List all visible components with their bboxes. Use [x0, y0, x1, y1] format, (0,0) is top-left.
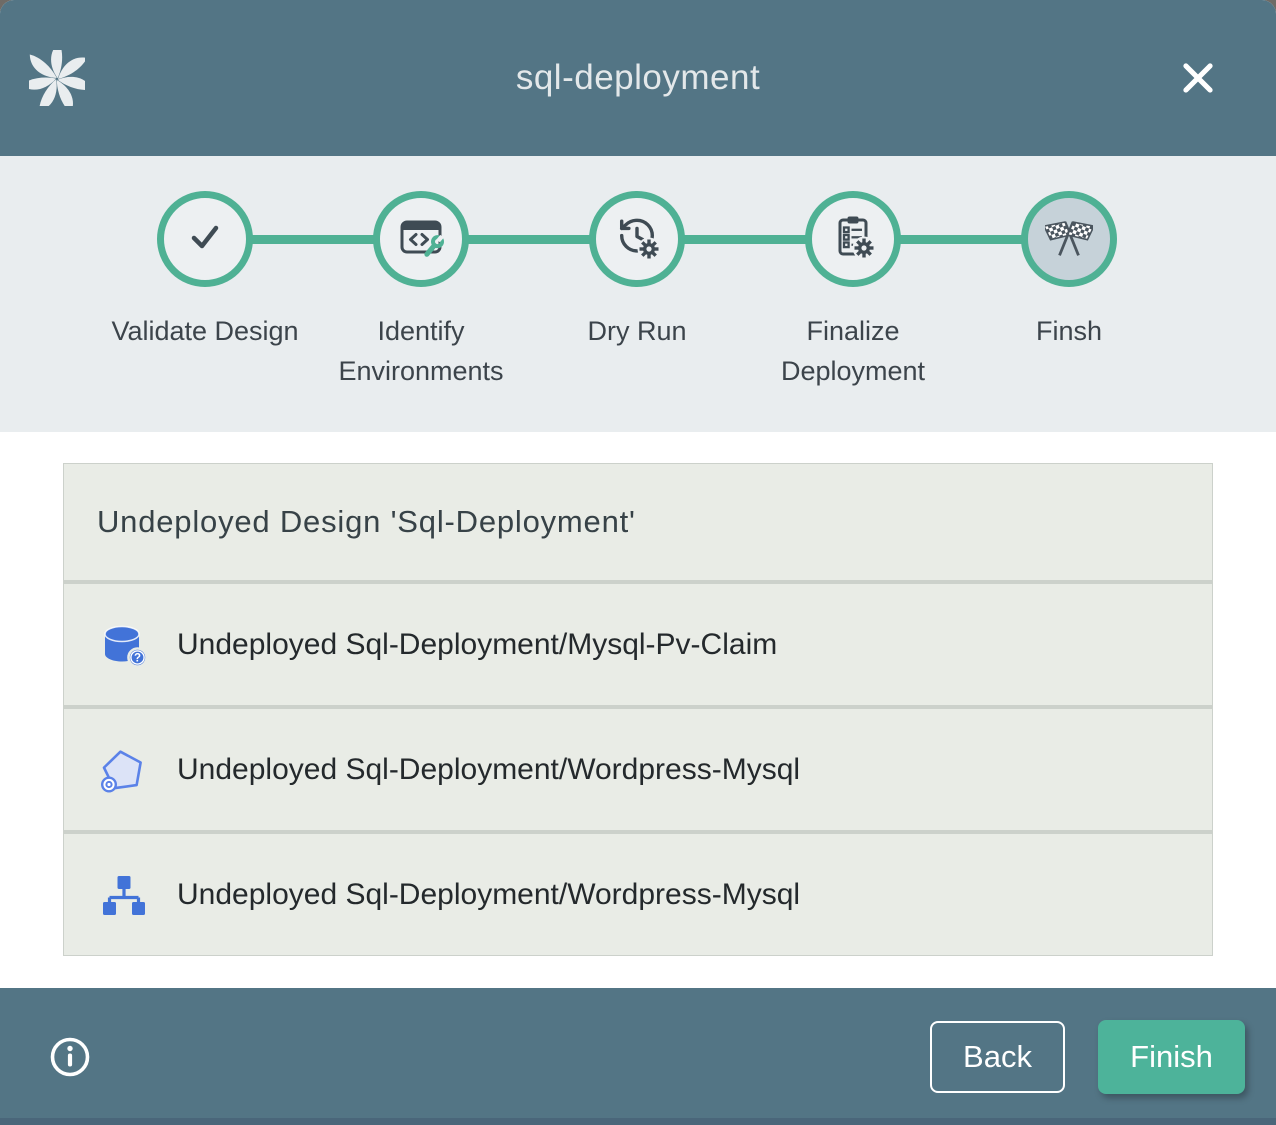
step-label: Identify Environments [325, 311, 517, 391]
status-panel-header-row: Undeployed Design 'Sql-Deployment' [64, 464, 1212, 580]
dialog-footer: Back Finish [0, 988, 1276, 1125]
step-identify-environments: Identify Environments [313, 156, 529, 391]
back-button[interactable]: Back [930, 1021, 1065, 1093]
step-finish: Finsh [961, 156, 1177, 391]
history-gear-icon [613, 213, 661, 266]
database-icon: ? [99, 621, 147, 669]
finish-button[interactable]: Finish [1098, 1020, 1245, 1094]
dialog-body: Undeployed Design 'Sql-Deployment' ? Und… [0, 432, 1276, 988]
resource-row-mysql-pv-claim: ? Undeployed Sql-Deployment/Mysql-Pv-Cla… [64, 584, 1212, 705]
close-icon [1176, 88, 1220, 103]
step-finalize-deployment: Finalize Deployment [745, 156, 961, 391]
resource-row-wordpress-mysql-tree: Undeployed Sql-Deployment/Wordpress-Mysq… [64, 834, 1212, 955]
pentagon-icon [99, 746, 147, 794]
step-circle-completed [805, 191, 901, 287]
code-window-wrench-icon [397, 213, 445, 266]
info-button[interactable] [47, 1034, 93, 1080]
check-icon [181, 213, 229, 266]
info-icon [47, 1068, 93, 1083]
window-bottom-edge [0, 1118, 1276, 1125]
resource-row-wordpress-mysql-service: Undeployed Sql-Deployment/Wordpress-Mysq… [64, 709, 1212, 830]
step-label: Validate Design [109, 311, 301, 351]
resource-row-text: Undeployed Sql-Deployment/Wordpress-Mysq… [177, 878, 800, 912]
step-label: Finalize Deployment [757, 311, 949, 391]
step-label: Finsh [973, 311, 1165, 351]
sql-deployment-dialog: sql-deployment Validate Design [0, 0, 1276, 1125]
progress-stepper: Validate Design [0, 156, 1276, 432]
checkered-flags-icon [1045, 213, 1093, 266]
step-dry-run: Dry Run [529, 156, 745, 391]
close-button[interactable] [1174, 54, 1222, 102]
dialog-header: sql-deployment [0, 0, 1276, 156]
step-circle-active [1021, 191, 1117, 287]
svg-text:?: ? [134, 652, 141, 664]
step-validate-design: Validate Design [97, 156, 313, 391]
tree-icon [99, 871, 147, 919]
step-circle-completed [157, 191, 253, 287]
panel-header-text: Undeployed Design 'Sql-Deployment' [97, 504, 636, 540]
resource-row-text: Undeployed Sql-Deployment/Mysql-Pv-Claim [177, 628, 777, 662]
dialog-title: sql-deployment [0, 58, 1276, 98]
step-circle-completed [589, 191, 685, 287]
clipboard-checklist-gear-icon [829, 213, 877, 266]
step-circle-completed [373, 191, 469, 287]
status-panel: Undeployed Design 'Sql-Deployment' ? Und… [63, 463, 1213, 956]
resource-row-text: Undeployed Sql-Deployment/Wordpress-Mysq… [177, 753, 800, 787]
step-label: Dry Run [541, 311, 733, 351]
